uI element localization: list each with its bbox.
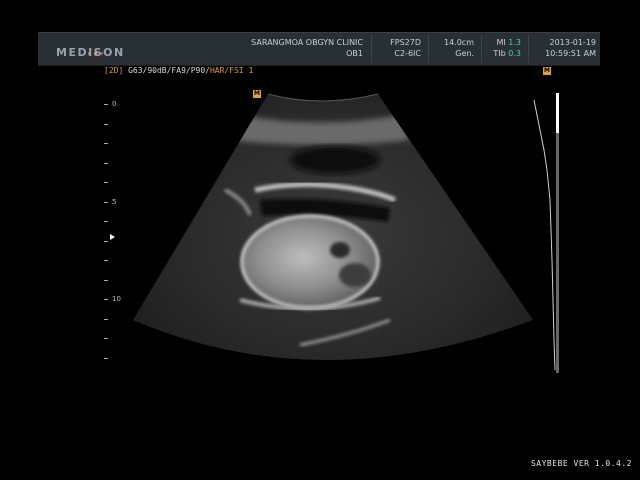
depth-tick [104,358,108,359]
ultrasound-image [133,93,559,373]
depth-tick [104,163,108,164]
depth-tick [104,143,108,144]
depth-tick [104,280,108,281]
depth-tick [104,319,108,320]
depth-tick [104,299,108,300]
depth-label-0: 0 [112,100,117,108]
focus-marker-icon [110,234,115,240]
tgc-curve [533,99,556,371]
depth-tick [104,338,108,339]
depth-tick [104,124,108,125]
depth-label-10: 10 [112,295,121,303]
depth-tick [104,202,108,203]
depth-tick [104,221,108,222]
depth-tick [104,182,108,183]
depth-label-5: 5 [112,198,117,206]
depth-tick [104,260,108,261]
depth-tick [104,241,108,242]
gray-bar [556,93,559,133]
depth-tick [104,104,108,105]
software-version: SAYBEBE VER 1.0.4.2 [530,459,632,468]
